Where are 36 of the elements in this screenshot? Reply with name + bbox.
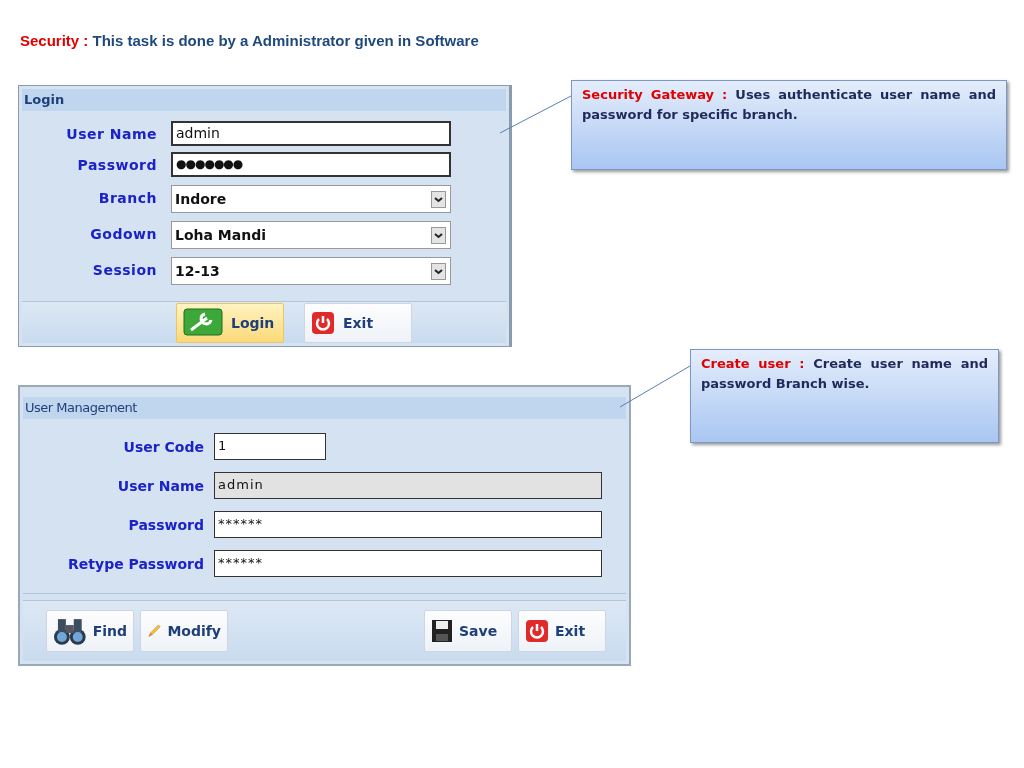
power-icon (311, 310, 335, 335)
login-button[interactable]: Login (176, 302, 284, 343)
dropdown-field[interactable]: 12-13 (171, 257, 451, 285)
input-field[interactable]: 1 (214, 433, 326, 460)
field-label: Password (127, 516, 205, 533)
field-label: Session (91, 262, 158, 278)
modify-button[interactable]: Modify (140, 610, 228, 652)
input-field[interactable]: ****** (214, 511, 602, 538)
window-title: Login (22, 89, 506, 111)
field-label: Branch (97, 190, 158, 206)
caret-icon (431, 226, 446, 244)
window-title: User Management (23, 397, 626, 419)
field-label: Godown (89, 226, 158, 242)
input-field[interactable]: admin (171, 121, 451, 146)
exit-button[interactable]: Exit (304, 302, 412, 343)
caret-icon (431, 190, 446, 208)
exit-button[interactable]: Exit (518, 610, 606, 652)
callout-text: Security Gateway : Uses authenticate user name and password for specific branch. (582, 86, 996, 124)
caret-icon (431, 262, 446, 280)
power-icon (525, 619, 549, 643)
field-label: User Name (65, 125, 158, 142)
input-field: admin (214, 472, 602, 499)
slide-heading: Security : This task is done by a Administrator given in Software (20, 32, 479, 49)
field-label: User Name (116, 477, 205, 494)
leader-line (619, 365, 691, 408)
dropdown-field[interactable]: Loha Mandi (171, 221, 451, 249)
password-field[interactable]: ●●●●●●● (171, 152, 451, 177)
field-label: Password (76, 156, 158, 173)
field-label: Retype Password (67, 555, 205, 572)
wrench-icon (183, 307, 223, 338)
input-field[interactable]: ****** (214, 550, 602, 577)
save-button[interactable]: Save (424, 610, 512, 652)
find-button[interactable]: Find (46, 610, 134, 652)
dropdown-field[interactable]: Indore (171, 185, 451, 213)
callout-text: Create user : Create user name and password Branch wise. (701, 355, 988, 393)
field-label: User Code (122, 438, 205, 455)
